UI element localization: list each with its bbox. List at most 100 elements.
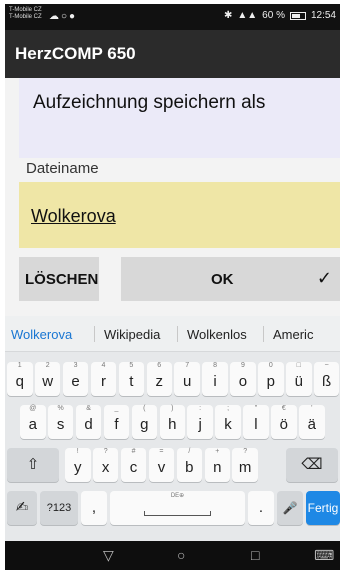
- key-s[interactable]: % s: [47, 405, 74, 439]
- suggestion-divider: [263, 326, 264, 342]
- key-label: ß: [322, 373, 332, 390]
- key-label: j: [198, 416, 202, 433]
- key-i[interactable]: 8i: [202, 362, 228, 396]
- key-ä[interactable]: ' ä: [299, 405, 325, 439]
- carrier-label: T-Mobile CZ T-Mobile CZ: [9, 7, 42, 20]
- key-c[interactable]: # c: [120, 448, 147, 482]
- key-label: s: [56, 416, 65, 433]
- status-right: ✱ ▲▲ 60 % 12:54: [224, 10, 336, 21]
- key-label: c: [129, 459, 138, 476]
- suggestion-divider: [94, 326, 95, 342]
- status-bar: T-Mobile CZ T-Mobile CZ ☁○● ✱ ▲▲ 60 % 12…: [5, 4, 340, 30]
- key-n[interactable]: + n: [204, 448, 230, 482]
- app-title: HerzCOMP 650: [15, 44, 136, 63]
- key-label: l: [254, 416, 258, 433]
- back-icon[interactable]: ▽: [103, 547, 114, 563]
- key-label: q: [15, 373, 24, 390]
- key-j[interactable]: :j: [187, 405, 213, 439]
- shift-key[interactable]: ⇧: [7, 448, 59, 482]
- key-f[interactable]: _ f: [103, 405, 130, 439]
- key-ü[interactable]: □ ü: [286, 362, 312, 396]
- battery-percent: 60 %: [262, 10, 285, 21]
- key-g[interactable]: (g: [131, 405, 158, 439]
- key-x[interactable]: ? x: [92, 448, 119, 482]
- key-p[interactable]: 0p: [258, 362, 284, 396]
- key-label: n: [213, 459, 222, 476]
- suggestion-3[interactable]: Wolkenlos: [187, 327, 247, 342]
- key-d[interactable]: & d: [75, 405, 102, 439]
- dialog-heading: Aufzeichnung speichern als: [33, 92, 266, 113]
- key-o[interactable]: 9o: [230, 362, 256, 396]
- backspace-key[interactable]: ⌫: [286, 448, 338, 482]
- home-icon[interactable]: ○: [177, 547, 185, 563]
- suggestion-1[interactable]: Wolkerova: [11, 327, 72, 342]
- clear-button[interactable]: LÖSCHEN: [19, 257, 99, 301]
- period-key[interactable]: .: [248, 491, 274, 525]
- filename-value[interactable]: Wolkerova: [31, 206, 116, 227]
- key-label: y: [74, 459, 82, 476]
- recents-icon[interactable]: □: [251, 547, 259, 563]
- key-label: x: [101, 459, 110, 476]
- key-z[interactable]: 6z: [146, 362, 172, 396]
- key-label: t: [129, 373, 134, 390]
- key-label: e: [71, 373, 80, 390]
- app-bar: HerzCOMP 650: [5, 30, 340, 78]
- key-label: z: [155, 373, 164, 390]
- key-u[interactable]: 7u: [174, 362, 200, 396]
- key-y[interactable]: ! y: [65, 448, 91, 482]
- language-hint: DE⊕: [170, 493, 185, 499]
- key-l[interactable]: " l: [243, 405, 269, 439]
- key-label: ö: [279, 416, 289, 433]
- key-e[interactable]: 3e: [62, 362, 89, 396]
- filename-input[interactable]: Wolkerova: [19, 182, 340, 248]
- key-t[interactable]: 5t: [118, 362, 145, 396]
- key-label: i: [213, 373, 217, 390]
- ok-button-label: OK: [211, 271, 234, 288]
- space-key[interactable]: DE⊕: [110, 491, 245, 525]
- key-k[interactable]: ; k: [215, 405, 241, 439]
- suggestion-divider: [177, 326, 178, 342]
- key-label: g: [140, 416, 149, 433]
- key-label: r: [100, 373, 106, 390]
- key-label: m: [238, 459, 252, 476]
- suggestion-4[interactable]: Americ: [273, 327, 313, 342]
- ok-button[interactable]: OK ✓: [121, 257, 340, 301]
- key-label: b: [185, 459, 194, 476]
- navigation-bar: ▽ ○ □ ⌨: [5, 541, 340, 570]
- key-ß[interactable]: ~ ß: [313, 362, 340, 396]
- soft-keyboard: Wolkerova Wikipedia Wolkenlos Americ 1q2…: [5, 316, 340, 541]
- key-w[interactable]: 2w: [34, 362, 61, 396]
- clear-button-label: LÖSCHEN: [25, 271, 99, 288]
- battery-icon: [289, 11, 306, 20]
- space-icon: [143, 511, 212, 516]
- key-label: ü: [294, 373, 303, 390]
- handwriting-key[interactable]: ✍: [7, 491, 37, 525]
- comma-key[interactable]: ,: [81, 491, 107, 525]
- key-label: d: [84, 416, 93, 433]
- key-label: v: [157, 459, 166, 476]
- suggestion-2[interactable]: Wikipedia: [104, 327, 160, 342]
- clock: 12:54: [310, 10, 336, 21]
- key-b[interactable]: / b: [176, 448, 203, 482]
- suggestion-strip: Wolkerova Wikipedia Wolkenlos Americ: [5, 316, 340, 352]
- filename-label: Dateiname: [26, 160, 99, 177]
- notification-icons: ☁○●: [49, 11, 78, 22]
- key-ö[interactable]: € ö: [271, 405, 297, 439]
- key-h[interactable]: ) h: [159, 405, 185, 439]
- key-v[interactable]: = v: [148, 448, 175, 482]
- symbols-key[interactable]: ?123: [40, 491, 78, 525]
- signal-icon: ▲▲: [237, 10, 258, 21]
- keyboard-switch-icon[interactable]: ⌨: [314, 547, 334, 563]
- key-a[interactable]: @ a: [20, 405, 46, 439]
- mic-key[interactable]: 🎤: [277, 491, 303, 525]
- key-label: w: [42, 373, 54, 390]
- key-label: p: [266, 373, 276, 390]
- key-q[interactable]: 1q: [7, 362, 33, 396]
- check-icon: ✓: [316, 268, 332, 288]
- key-r[interactable]: 4r: [90, 362, 117, 396]
- done-key[interactable]: Fertig: [306, 491, 340, 525]
- phone-screen: T-Mobile CZ T-Mobile CZ ☁○● ✱ ▲▲ 60 % 12…: [5, 4, 340, 570]
- key-m[interactable]: ? m: [232, 448, 258, 482]
- key-label: u: [182, 373, 192, 390]
- key-label: o: [238, 373, 248, 390]
